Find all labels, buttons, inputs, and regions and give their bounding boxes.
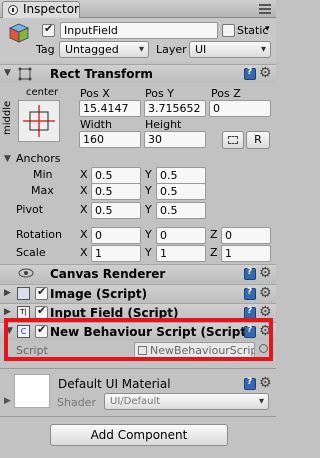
help-book-icon[interactable] (244, 377, 256, 390)
shader-label: Shader (57, 396, 96, 409)
max-y-field[interactable]: 0.5 (156, 183, 206, 200)
static-label: Static (237, 24, 269, 37)
posx-header: Pos X (80, 87, 110, 100)
posy-header: Pos Y (145, 87, 174, 100)
gear-icon[interactable]: ⚙ (259, 66, 272, 80)
dotted-frame-icon (228, 136, 238, 144)
rect-transform-title: Rect Transform (50, 67, 153, 81)
gear-icon[interactable]: ⚙ (259, 286, 272, 300)
layer-dropdown[interactable]: UI (189, 41, 271, 58)
help-book-icon[interactable] (244, 267, 256, 280)
rotation-label: Rotation (16, 228, 63, 241)
posz-header: Pos Z (211, 87, 241, 100)
max-label: Max (31, 184, 54, 197)
scale-x-field[interactable]: 1 (91, 245, 141, 262)
width-header: Width (80, 118, 112, 131)
layer-label-text: Layer (156, 43, 187, 56)
max-x-field[interactable]: 0.5 (91, 183, 141, 200)
gear-icon[interactable]: ⚙ (259, 305, 272, 319)
pivot-y-field[interactable]: 0.5 (156, 202, 206, 219)
image-foldout[interactable]: ▶ (4, 288, 11, 298)
input-field-foldout[interactable]: ▶ (4, 307, 11, 317)
material-preview (14, 374, 50, 408)
rotation-z-field[interactable]: 0 (221, 227, 271, 244)
tag-dropdown[interactable]: Untagged (59, 41, 149, 58)
tab-inspector[interactable]: Inspector (2, 1, 80, 18)
static-dropdown-arrow[interactable]: ▾ (265, 24, 270, 34)
shader-dropdown[interactable]: UI/Default (104, 393, 269, 410)
gear-icon[interactable]: ⚙ (259, 266, 272, 280)
blueprint-mode-button[interactable] (222, 131, 244, 149)
rotation-x-label: X (80, 228, 88, 241)
tag-label: Tag (36, 43, 55, 56)
raw-edit-button[interactable]: R (246, 131, 270, 149)
pivot-label: Pivot (16, 203, 44, 216)
scale-z-field[interactable]: 1 (221, 245, 271, 262)
min-x-label: X (80, 168, 88, 181)
max-y-label: Y (145, 184, 152, 197)
pivot-y-label: Y (145, 203, 152, 216)
scale-y-field[interactable]: 1 (156, 245, 206, 262)
rotation-y-label: Y (145, 228, 152, 241)
min-x-field[interactable]: 0.5 (91, 167, 141, 184)
image-enabled-checkbox[interactable] (35, 285, 48, 300)
image-title: Image (Script) (50, 287, 148, 301)
material-foldout[interactable]: ▶ (4, 396, 11, 406)
height-field[interactable]: 30 (144, 131, 206, 148)
anchor-v-label: middle (2, 100, 13, 136)
scale-z-label: Z (210, 246, 218, 259)
rect-transform-icon (17, 66, 33, 82)
pivot-x-label: X (80, 203, 88, 216)
material-name: Default UI Material (58, 377, 171, 391)
posz-field[interactable]: 0 (209, 100, 271, 117)
min-y-label: Y (145, 168, 152, 181)
scale-label: Scale (16, 246, 46, 259)
anchors-label: Anchors (16, 152, 61, 165)
object-name-input[interactable]: InputField (60, 22, 218, 39)
posx-field[interactable]: 15.4147 (79, 100, 141, 117)
min-label: Min (33, 168, 53, 181)
separator (0, 416, 276, 417)
gear-icon[interactable]: ⚙ (259, 376, 272, 390)
scale-x-label: X (80, 246, 88, 259)
info-icon (8, 5, 18, 15)
rotation-z-label: Z (210, 228, 218, 241)
tab-label: Inspector (23, 2, 79, 16)
canvas-renderer-title: Canvas Renderer (50, 267, 166, 281)
separator (0, 368, 276, 369)
help-book-icon[interactable] (244, 67, 256, 80)
max-x-label: X (80, 184, 88, 197)
scale-y-label: Y (145, 246, 152, 259)
image-component-icon (17, 287, 30, 300)
anchors-foldout[interactable]: ▼ (4, 154, 11, 164)
add-component-button[interactable]: Add Component (50, 424, 228, 446)
height-header: Height (145, 118, 182, 131)
min-y-field[interactable]: 0.5 (156, 167, 206, 184)
help-book-icon[interactable] (244, 287, 256, 300)
eye-icon (18, 266, 34, 280)
gameobject-cube-icon (8, 22, 30, 44)
rotation-y-field[interactable]: 0 (156, 227, 206, 244)
pivot-x-field[interactable]: 0.5 (91, 202, 141, 219)
menu-icon[interactable] (259, 4, 271, 14)
active-checkbox[interactable] (42, 22, 55, 37)
posy-field[interactable]: 3.715652 (144, 100, 206, 117)
anchor-presets-button[interactable] (18, 100, 60, 142)
highlight-frame (4, 318, 273, 361)
width-field[interactable]: 160 (79, 131, 141, 148)
rotation-x-field[interactable]: 0 (91, 227, 141, 244)
anchor-h-label: center (26, 87, 59, 98)
rect-transform-foldout[interactable]: ▼ (4, 68, 11, 78)
static-checkbox[interactable] (222, 24, 235, 37)
